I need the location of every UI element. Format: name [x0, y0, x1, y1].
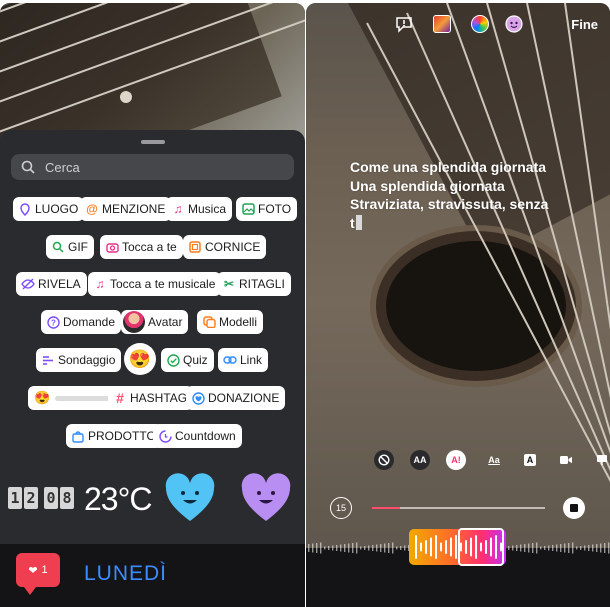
- at-sign-icon: @: [86, 202, 98, 216]
- stop-button[interactable]: [563, 497, 585, 519]
- photo-icon: [241, 202, 255, 216]
- sticker-cutouts[interactable]: ✂ RITAGLI: [217, 272, 291, 296]
- face-effect-icon[interactable]: [504, 14, 524, 34]
- sticker-music[interactable]: ♫ Musica: [166, 197, 233, 221]
- color-picker-icon[interactable]: [470, 14, 490, 34]
- alert-icon[interactable]: [394, 14, 414, 34]
- sticker-search-input[interactable]: Cerca: [11, 154, 294, 180]
- sticker-questions[interactable]: ? Domande: [41, 310, 122, 334]
- search-placeholder: Cerca: [45, 159, 80, 175]
- text-cursor: [355, 214, 362, 230]
- sticker-location[interactable]: LUOGO: [13, 197, 85, 221]
- audio-timeline: 15: [306, 496, 610, 520]
- sticker-picker-screen: Cerca LUOGO @ MENZIONE ♫ Musica FOTO GIF…: [0, 3, 305, 607]
- text-underline-icon[interactable]: Aa: [484, 450, 504, 470]
- bottom-sticker-row: ❤ 1 LUNEDÌ: [0, 544, 305, 607]
- stop-icon: [570, 504, 578, 512]
- countdown-icon: [158, 429, 172, 443]
- emoji-slider-sticker[interactable]: 😍: [28, 386, 120, 410]
- music-note-icon: ♫: [173, 202, 183, 216]
- scissors-icon: ✂: [223, 277, 235, 291]
- lyrics-text[interactable]: Come una splendida giornata Una splendid…: [350, 158, 548, 232]
- sticker-link[interactable]: Link: [218, 348, 269, 372]
- sticker-templates[interactable]: Modelli: [197, 310, 264, 334]
- check-circle-icon: [166, 353, 180, 367]
- eye-off-icon: [21, 277, 35, 291]
- sticker-gif[interactable]: GIF: [46, 235, 94, 259]
- search-gif-icon: [51, 240, 65, 254]
- shopping-bag-icon: [71, 429, 85, 443]
- sticker-frame[interactable]: CORNICE: [183, 235, 267, 259]
- album-cover-icon[interactable]: [432, 14, 452, 34]
- question-icon: ?: [46, 315, 60, 329]
- video-icon[interactable]: [556, 450, 576, 470]
- heart-icon: ❤: [28, 564, 38, 577]
- sticker-countdown[interactable]: Countdown: [153, 424, 242, 448]
- avatar-icon: [123, 311, 145, 333]
- sticker-poll[interactable]: Sondaggio: [36, 348, 122, 372]
- lyrics-style-toolbar: AA A! Aa A: [306, 450, 610, 470]
- sticker-mention[interactable]: @ MENZIONE: [80, 197, 172, 221]
- lyrics-mode-icon[interactable]: A!: [446, 450, 466, 470]
- sticker-reveal[interactable]: RIVELA: [16, 272, 87, 296]
- location-pin-icon: [18, 202, 32, 216]
- purple-heart-sticker[interactable]: [240, 473, 292, 523]
- sticker-product[interactable]: PRODOTTO: [66, 424, 162, 448]
- sticker-music-add-yours[interactable]: ♫ Tocca a te musicale: [88, 272, 222, 296]
- sticker-avatar[interactable]: Avatar: [121, 310, 189, 334]
- lyrics-editor-screen: Fine Come una splendida giornata Una spl…: [306, 3, 610, 607]
- lyrics-line: Come una splendida giornata: [350, 159, 547, 175]
- progress-fill: [372, 507, 400, 509]
- text-background-icon[interactable]: A: [520, 450, 540, 470]
- slider-track: [55, 395, 114, 401]
- clock-sticker[interactable]: 1 2 0 8: [8, 487, 74, 509]
- svg-text:?: ?: [51, 318, 56, 327]
- hashtag-icon: #: [116, 390, 124, 406]
- text-style-icon[interactable]: AA: [410, 450, 430, 470]
- temperature-sticker[interactable]: 23°C: [84, 481, 152, 518]
- duration-selector[interactable]: 15: [330, 497, 352, 519]
- top-toolbar: Fine: [306, 14, 610, 36]
- day-sticker[interactable]: LUNEDÌ: [84, 562, 167, 586]
- lyrics-line: t: [350, 214, 355, 231]
- drag-handle[interactable]: [141, 140, 165, 144]
- like-counter-sticker[interactable]: ❤ 1: [16, 553, 60, 595]
- blue-heart-sticker[interactable]: [164, 473, 216, 523]
- donation-icon: [191, 391, 205, 405]
- sticker-hashtag[interactable]: # HASHTAG: [108, 386, 194, 410]
- frame-icon: [188, 240, 202, 254]
- emoji-sticker[interactable]: 😍: [124, 343, 156, 375]
- no-circle-icon[interactable]: [374, 450, 394, 470]
- search-icon: [21, 160, 35, 174]
- music-note-icon: ♫: [95, 277, 105, 291]
- sticker-photo[interactable]: FOTO: [236, 197, 298, 221]
- templates-icon: [202, 315, 216, 329]
- sticker-donation[interactable]: DONAZIONE: [186, 386, 286, 410]
- camera-icon: [105, 240, 119, 254]
- link-icon: [223, 353, 237, 367]
- sticker-quiz[interactable]: Quiz: [161, 348, 214, 372]
- display-icon[interactable]: [592, 450, 610, 470]
- slider-emoji: 😍: [34, 390, 51, 405]
- sticker-add-yours[interactable]: Tocca a te: [100, 235, 183, 259]
- playhead-selection[interactable]: [458, 528, 504, 566]
- poll-icon: [41, 353, 55, 367]
- done-button[interactable]: Fine: [571, 17, 598, 32]
- lyrics-line: Una splendida giornata: [350, 177, 505, 194]
- lyrics-line: Straviziata, stravissuta, senza: [350, 196, 549, 212]
